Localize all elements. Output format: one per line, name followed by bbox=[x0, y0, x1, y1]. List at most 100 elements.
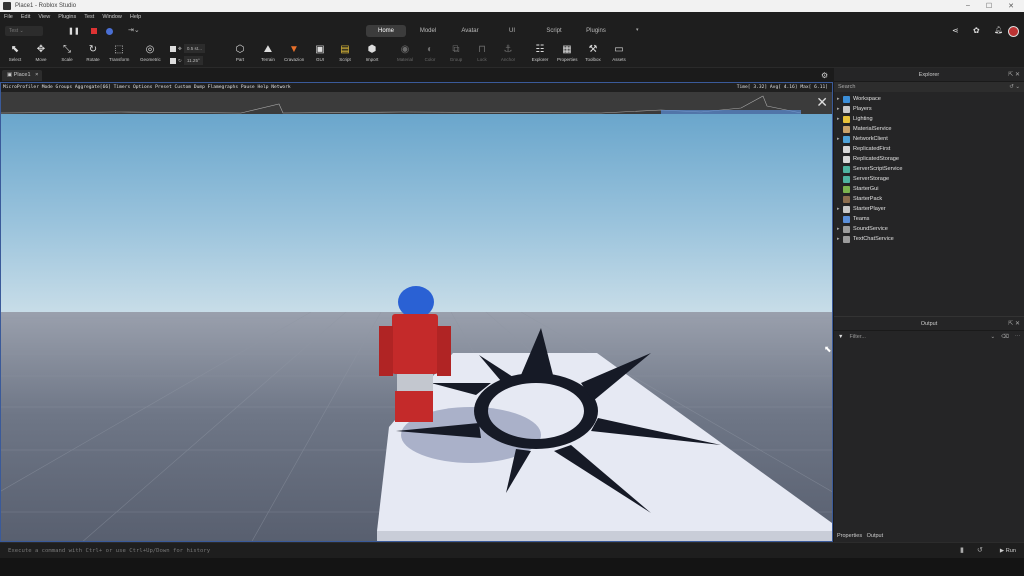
microprofiler-bar[interactable]: MicroProfiler Mode Groups Aggregate[66] … bbox=[1, 83, 832, 92]
menu-plugins[interactable]: Plugins bbox=[54, 14, 80, 20]
explorer-item-materialservice[interactable]: MaterialService bbox=[834, 124, 1024, 134]
transform-tool-button[interactable]: ⬚ Transform bbox=[109, 44, 129, 62]
filter-icon[interactable]: ▼ bbox=[838, 331, 843, 343]
service-icon bbox=[843, 235, 850, 243]
stop-icon[interactable] bbox=[91, 28, 97, 34]
material-button[interactable]: ◉ Material bbox=[395, 44, 415, 62]
menu-help[interactable]: Help bbox=[126, 14, 145, 20]
move-increment-field[interactable]: ✥ 0.5 st... bbox=[170, 44, 220, 53]
tab-home[interactable]: Home bbox=[366, 25, 406, 37]
menu-view[interactable]: View bbox=[34, 14, 54, 20]
lock-button[interactable]: ⊓ Lock bbox=[472, 44, 492, 62]
menu-file[interactable]: File bbox=[0, 14, 17, 20]
output-more-icon[interactable]: ⋯ bbox=[1015, 331, 1021, 343]
notifications-icon[interactable]: 🔔︎ bbox=[994, 26, 1003, 34]
close-window-icon[interactable]: ✕ bbox=[1008, 2, 1014, 10]
place-document-tab[interactable]: ▣ Place1 × bbox=[2, 70, 42, 81]
explorer-item-workspace[interactable]: ▸ Workspace bbox=[834, 94, 1024, 104]
ribbon-tab-row: Test ⌄ ❚❚ ⇥⌄ Home Model Avatar UI Script… bbox=[0, 22, 1024, 40]
scale-tool-button[interactable]: ⤡ Scale bbox=[57, 44, 77, 62]
microprofiler-menu[interactable]: MicroProfiler Mode Groups Aggregate[66] … bbox=[3, 85, 291, 90]
close-tab-icon[interactable]: × bbox=[35, 72, 38, 78]
tab-script[interactable]: Script bbox=[536, 25, 572, 37]
tab-avatar[interactable]: Avatar bbox=[452, 25, 488, 37]
clear-output-icon[interactable]: ⌫ bbox=[1001, 331, 1009, 343]
team-test-icon[interactable] bbox=[106, 28, 113, 35]
play-mode-select[interactable]: Test ⌄ bbox=[5, 26, 43, 36]
explorer-item-serverscriptservice[interactable]: ServerScriptService bbox=[834, 164, 1024, 174]
properties-icon: ▦ bbox=[562, 44, 572, 55]
more-tabs-icon[interactable]: ▾ bbox=[636, 27, 639, 33]
panel-controls-icon[interactable]: ⇱ ✕ bbox=[1008, 68, 1020, 82]
avatar-character[interactable] bbox=[379, 286, 457, 422]
bookmark-icon[interactable]: ▮ bbox=[960, 546, 964, 554]
scale-icon: ⤡ bbox=[63, 44, 71, 55]
share-icon[interactable]: ⋖ bbox=[952, 26, 959, 35]
viewport-settings-icon[interactable]: ⚙ bbox=[821, 71, 828, 80]
avatar[interactable] bbox=[1008, 26, 1019, 37]
properties-toggle-button[interactable]: ▦ Properties bbox=[557, 44, 578, 62]
explorer-toggle-button[interactable]: ☷ Explorer bbox=[530, 44, 550, 62]
explorer-item-players[interactable]: ▸ Players bbox=[834, 104, 1024, 114]
explorer-item-textchatservice[interactable]: ▸ TextChatService bbox=[834, 234, 1024, 244]
import-button[interactable]: ⬢ Import bbox=[362, 44, 382, 62]
move-snap-checkbox[interactable] bbox=[170, 45, 176, 52]
explorer-search-input[interactable]: Search ↺ ⌄ bbox=[834, 82, 1024, 92]
explorer-item-label: Players bbox=[853, 106, 872, 112]
anchor-button[interactable]: ⚓︎ Anchor bbox=[498, 44, 518, 62]
explorer-item-lighting[interactable]: ▸ Lighting bbox=[834, 114, 1024, 124]
explorer-item-networkclient[interactable]: ▸ NetworkClient bbox=[834, 134, 1024, 144]
menu-test[interactable]: Test bbox=[80, 14, 98, 20]
select-tool-button[interactable]: ⬉ Select bbox=[5, 44, 25, 62]
home-toolbar: ⬉ Select ✥ Move ⤡ Scale ↻ Rotate ⬚ Transform … bbox=[0, 40, 1024, 68]
run-command-button[interactable]: ▶ Run bbox=[1000, 545, 1016, 557]
menu-window[interactable]: Window bbox=[98, 14, 126, 20]
service-icon bbox=[843, 205, 850, 213]
microprofiler-close-icon[interactable]: ✕ bbox=[816, 93, 828, 111]
toolbox-toggle-button[interactable]: ⚒︎ Toolbox bbox=[583, 44, 603, 62]
transform-icon: ⬚ bbox=[114, 44, 124, 55]
explorer-item-replicatedfirst[interactable]: ReplicatedFirst bbox=[834, 144, 1024, 154]
explorer-item-startergui[interactable]: StarterGui bbox=[834, 184, 1024, 194]
rotate-snap-checkbox[interactable] bbox=[170, 57, 176, 64]
color-button[interactable]: ◐ Color bbox=[420, 44, 440, 62]
tab-properties[interactable]: Properties bbox=[837, 533, 862, 539]
maximize-icon[interactable]: ☐ bbox=[986, 2, 992, 10]
explorer-item-label: Teams bbox=[853, 216, 870, 222]
rotate-increment-field[interactable]: ↻ 11.25° bbox=[170, 56, 220, 65]
tab-output[interactable]: Output bbox=[867, 533, 884, 539]
client-server-icon[interactable]: ⇥⌄ bbox=[128, 26, 140, 34]
tab-model[interactable]: Model bbox=[410, 25, 446, 37]
command-history-icon[interactable]: ↺ bbox=[977, 546, 983, 554]
geometric-button[interactable]: ◎ Geometric bbox=[140, 44, 161, 62]
explorer-item-replicatedstorage[interactable]: ReplicatedStorage bbox=[834, 154, 1024, 164]
explorer-item-teams[interactable]: Teams bbox=[834, 214, 1024, 224]
menu-edit[interactable]: Edit bbox=[17, 14, 34, 20]
explorer-item-starterpack[interactable]: StarterPack bbox=[834, 194, 1024, 204]
minimize-icon[interactable]: – bbox=[966, 2, 970, 10]
explorer-item-label: ServerStorage bbox=[853, 176, 890, 182]
filter-dropdown-icon[interactable]: ⌄ bbox=[990, 331, 995, 343]
explorer-item-starterplayer[interactable]: ▸ StarterPlayer bbox=[834, 204, 1024, 214]
pause-icon[interactable]: ❚❚ bbox=[68, 27, 80, 35]
cravazion-plugin-button[interactable]: ▼ Cravazion bbox=[284, 44, 304, 62]
explorer-item-label: MaterialService bbox=[853, 126, 892, 132]
explorer-item-serverstorage[interactable]: ServerStorage bbox=[834, 174, 1024, 184]
3d-viewport[interactable]: MicroProfiler Mode Groups Aggregate[66] … bbox=[0, 82, 833, 542]
move-tool-button[interactable]: ✥ Move bbox=[31, 44, 51, 62]
team-create-icon[interactable]: ✿ bbox=[973, 26, 980, 35]
assets-toggle-button[interactable]: ▭ Assets bbox=[609, 44, 629, 62]
terrain-button[interactable]: ⛰︎ Terrain bbox=[258, 44, 278, 62]
gui-button[interactable]: ▣ GUI bbox=[310, 44, 330, 62]
tab-ui[interactable]: UI bbox=[500, 25, 524, 37]
search-history-icon[interactable]: ↺ ⌄ bbox=[1009, 82, 1020, 92]
command-input[interactable]: Execute a command with Ctrl+ or use Ctrl… bbox=[0, 544, 950, 558]
group-button[interactable]: ⧉ Group bbox=[446, 44, 466, 62]
script-button[interactable]: ▤ Script bbox=[335, 44, 355, 62]
output-filter-input[interactable]: Filter... bbox=[849, 331, 984, 343]
output-panel-controls-icon[interactable]: ⇱ ✕ bbox=[1008, 317, 1020, 331]
explorer-item-soundservice[interactable]: ▸ SoundService bbox=[834, 224, 1024, 234]
rotate-tool-button[interactable]: ↻ Rotate bbox=[83, 44, 103, 62]
part-button[interactable]: ⬡ Part bbox=[230, 44, 250, 62]
tab-plugins[interactable]: Plugins bbox=[578, 25, 614, 37]
